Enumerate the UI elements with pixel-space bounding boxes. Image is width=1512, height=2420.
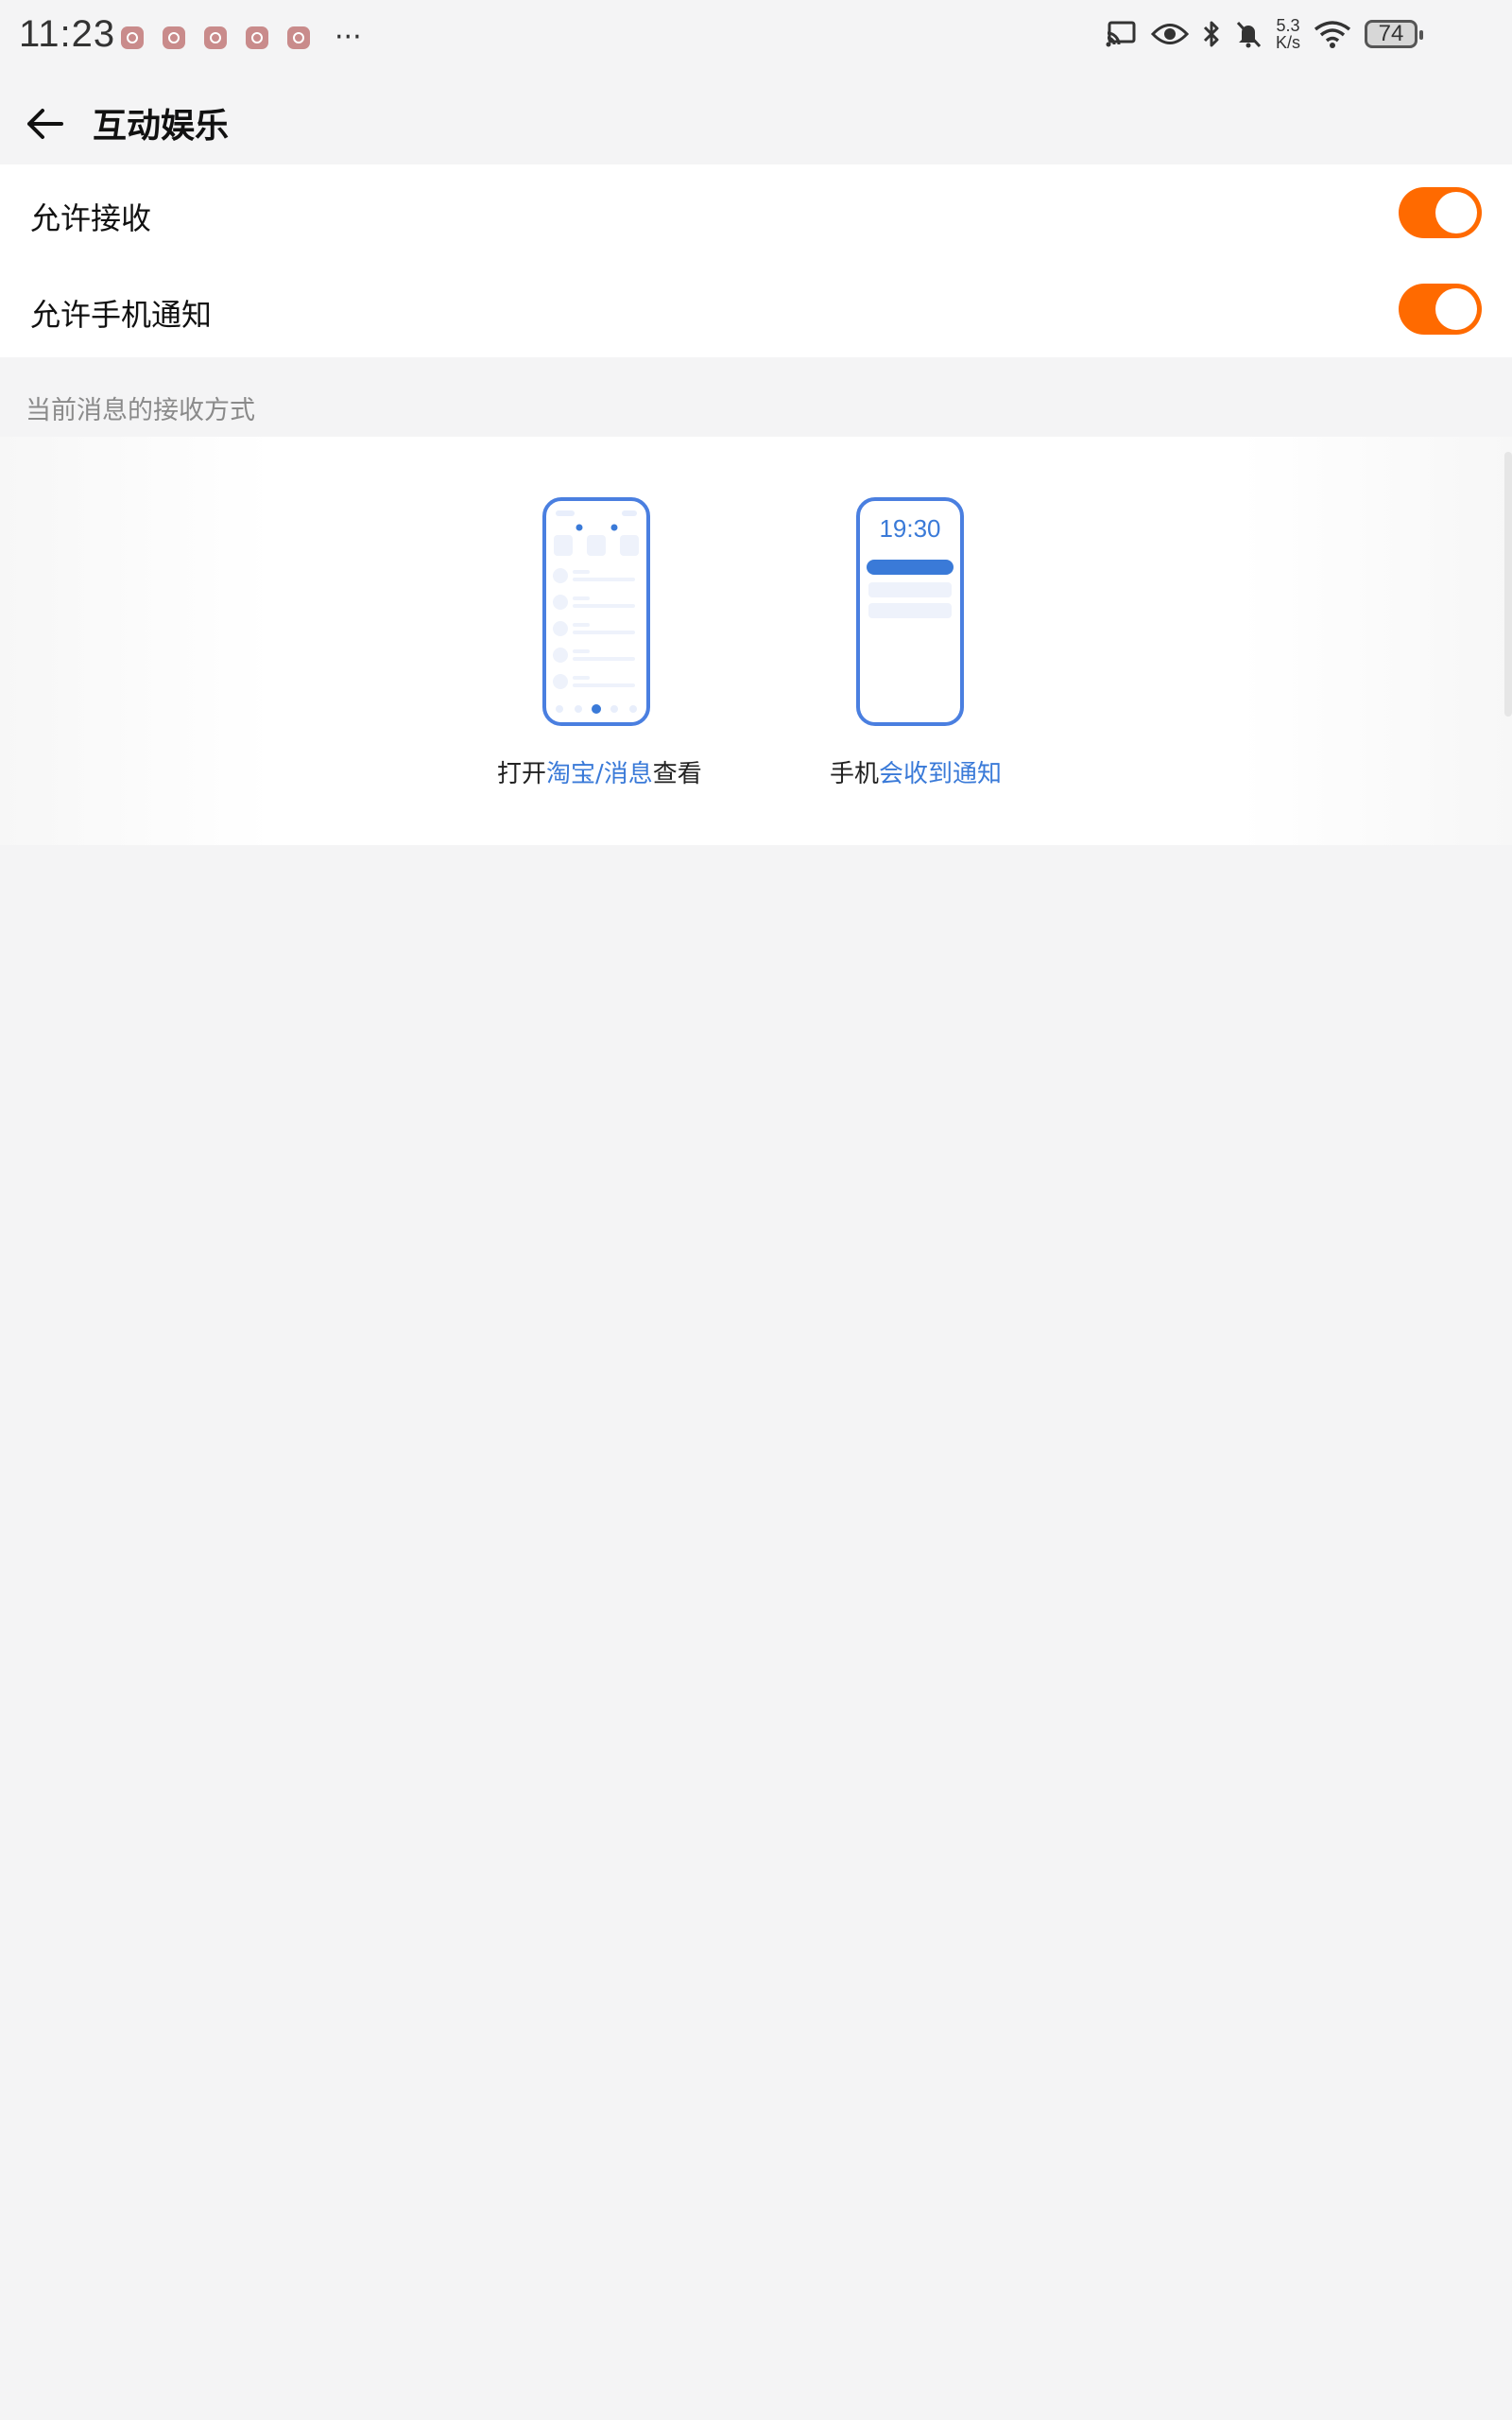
caption-suffix: 查看 xyxy=(652,760,702,788)
taobao-notification-icon xyxy=(246,26,268,49)
open-app-caption: 打开淘宝/消息查看 xyxy=(497,754,702,789)
network-speed-value: 5.3 xyxy=(1276,16,1300,35)
wifi-icon xyxy=(1314,20,1351,48)
phone-lockscreen-icon: 19:30 xyxy=(867,514,954,618)
cast-icon xyxy=(1106,20,1138,48)
toggle-knob xyxy=(1435,288,1477,330)
caption-highlight: 会收到通知 xyxy=(879,760,1003,788)
setting-row-allow-phone-notify: 允许手机通知 xyxy=(0,261,1512,357)
notification-icons: ··· xyxy=(121,21,362,54)
app-inbox-illustration xyxy=(542,497,650,726)
caption-highlight: 淘宝/消息 xyxy=(546,760,653,788)
status-time: 11:23 xyxy=(19,13,116,55)
status-bar: 11:23 ··· 5.3 K/s 74 xyxy=(0,0,1512,76)
allow-phone-notify-toggle[interactable] xyxy=(1399,284,1482,335)
bluetooth-icon xyxy=(1202,20,1221,48)
taobao-notification-icon xyxy=(287,26,310,49)
network-speed: 5.3 K/s xyxy=(1276,17,1300,51)
caption-prefix: 打开 xyxy=(497,760,547,788)
taobao-notification-icon xyxy=(163,26,185,49)
toggle-knob xyxy=(1435,192,1477,233)
allow-receive-toggle[interactable] xyxy=(1399,187,1482,238)
more-notifications-icon: ··· xyxy=(335,21,362,54)
phone-inbox-screen-icon xyxy=(553,510,639,714)
allow-receive-label: 允许接收 xyxy=(30,200,152,236)
page-header: 互动娱乐 xyxy=(0,85,1512,161)
phone-notification-illustration: 19:30 xyxy=(856,497,964,726)
network-speed-unit: K/s xyxy=(1275,33,1300,52)
setting-row-allow-receive: 允许接收 xyxy=(0,164,1512,261)
status-indicators: 5.3 K/s 74 xyxy=(1106,17,1423,51)
back-arrow-icon xyxy=(27,109,63,139)
scrollbar[interactable] xyxy=(1504,452,1512,717)
page-title: 互动娱乐 xyxy=(93,107,230,146)
phone-clock: 19:30 xyxy=(879,514,940,543)
taobao-notification-icon xyxy=(204,26,227,49)
mute-bell-icon xyxy=(1234,20,1263,48)
caption-prefix: 手机 xyxy=(830,760,880,788)
receive-methods-card: 打开淘宝/消息查看 19:30 手机会收到通知 xyxy=(0,437,1512,845)
phone-notify-caption: 手机会收到通知 xyxy=(830,754,1002,789)
settings-card: 允许接收 允许手机通知 xyxy=(0,164,1512,357)
eye-icon xyxy=(1150,22,1189,46)
allow-phone-notify-label: 允许手机通知 xyxy=(30,297,213,333)
back-button[interactable] xyxy=(21,100,68,147)
taobao-notification-icon xyxy=(121,26,144,49)
section-label: 当前消息的接收方式 xyxy=(26,396,255,425)
battery-indicator: 74 xyxy=(1365,20,1423,48)
